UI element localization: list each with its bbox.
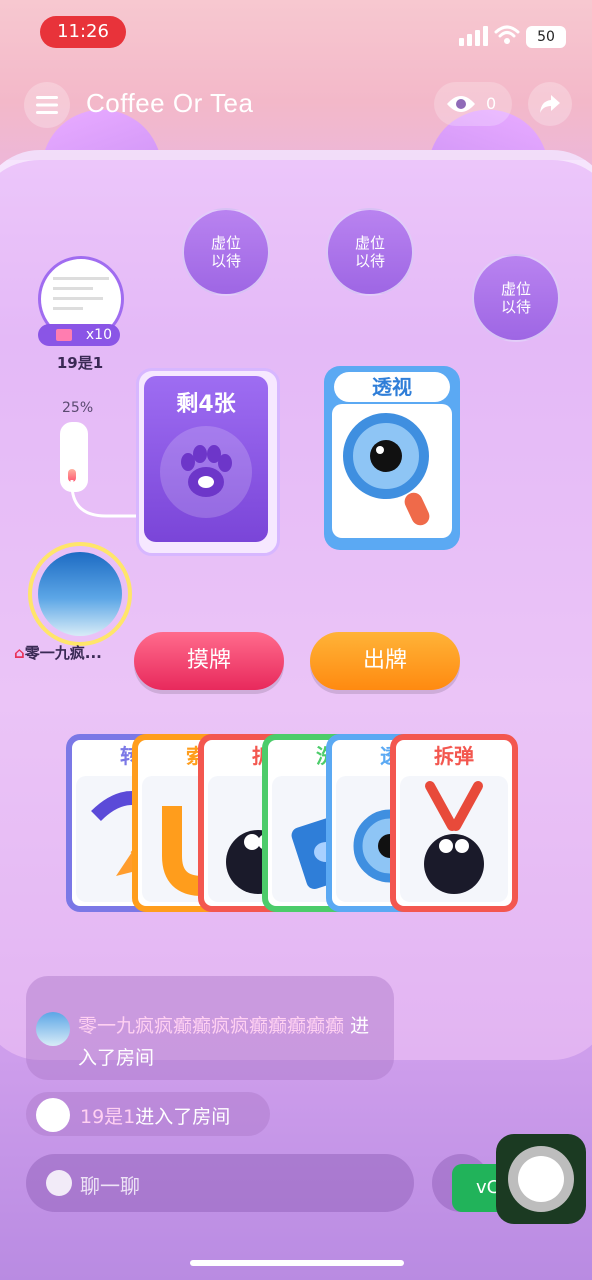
- signal-icon: [459, 26, 488, 46]
- status-time: 11:26: [40, 16, 126, 48]
- viewer-count: 0: [486, 94, 497, 113]
- home-icon: ⌂: [14, 644, 25, 662]
- chat-username: 零一九疯疯癫癫疯疯癫癫癫癫癫: [78, 1015, 345, 1037]
- magnifier-icon: [343, 413, 430, 526]
- seat-label: 以待: [500, 298, 531, 316]
- draw-card-button[interactable]: 摸牌: [134, 632, 284, 690]
- empty-seat-1[interactable]: 虚位 以待: [182, 208, 270, 296]
- seat-label: 虚位: [500, 280, 531, 298]
- seat-label: 以待: [354, 252, 385, 270]
- battery-indicator: 50: [526, 26, 566, 48]
- home-indicator[interactable]: [190, 1260, 404, 1266]
- share-icon: [540, 95, 560, 113]
- player-name: 19是1: [56, 354, 104, 372]
- hand-card-defuse-2[interactable]: 拆弹: [390, 734, 518, 912]
- player-name-row: ⌂零一九疯...: [14, 642, 144, 663]
- chat-message-text: 零一九疯疯癫癫疯疯癫癫癫癫癫 进入了房间: [78, 1010, 378, 1074]
- viewer-count-button[interactable]: [434, 82, 512, 126]
- chat-body: 进入了房间: [135, 1106, 231, 1128]
- seat-label: 以待: [210, 252, 241, 270]
- peek-card-title: 透视: [334, 372, 450, 402]
- menu-button[interactable]: [24, 82, 70, 128]
- assistive-touch-dot: [518, 1156, 564, 1202]
- player-avatar[interactable]: [38, 552, 122, 636]
- paw-icon: [181, 445, 232, 497]
- seat-label: 虚位: [354, 234, 385, 252]
- player-name: 零一九疯...: [24, 644, 102, 662]
- chat-avatar: [36, 1098, 70, 1132]
- empty-seat-3[interactable]: 虚位 以待: [472, 254, 560, 342]
- pliers-bomb-icon: [424, 781, 484, 894]
- eye-icon: [447, 96, 475, 112]
- card-count-badge: x10: [38, 324, 120, 346]
- ticket-icon: [56, 329, 72, 341]
- wifi-icon: [494, 25, 520, 44]
- chat-message-text: 19是1进入了房间: [80, 1102, 230, 1129]
- empty-seat-2[interactable]: 虚位 以待: [326, 208, 414, 296]
- progress-percent: 25%: [62, 400, 94, 416]
- play-card-button[interactable]: 出牌: [310, 632, 460, 690]
- share-button[interactable]: [528, 82, 572, 126]
- badge-count: x10: [85, 327, 112, 343]
- hamburger-icon: [36, 96, 58, 114]
- card-art: [400, 776, 508, 902]
- chat-username: 19是1: [80, 1106, 136, 1128]
- room-title: Coffee Or Tea: [86, 88, 254, 118]
- seat-label: 虚位: [210, 234, 241, 252]
- card-title: 拆弹: [402, 742, 506, 770]
- chat-avatar: [36, 1012, 70, 1046]
- chat-input-placeholder: 聊一聊: [80, 1174, 140, 1198]
- deck-remaining: 剩4张: [176, 392, 236, 417]
- chat-bubble-icon: [46, 1170, 72, 1196]
- meter-connector: [70, 480, 146, 518]
